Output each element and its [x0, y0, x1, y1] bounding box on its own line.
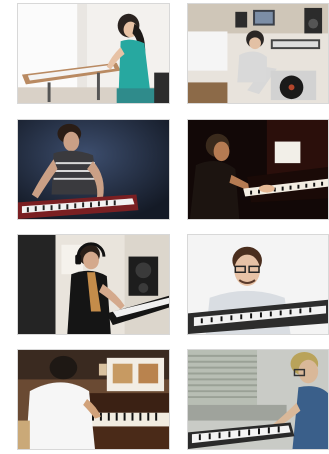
- photo-man-headphones: [17, 234, 170, 335]
- photo-man-upright-piano: [17, 349, 170, 450]
- photo-man-grand-piano: [187, 119, 329, 220]
- photo-man-piano-side: [187, 349, 329, 450]
- photo-man-synthesizer: [17, 119, 170, 220]
- photo-home-studio: [187, 3, 329, 104]
- photo-woman-keyboard: [17, 3, 170, 104]
- photo-man-glasses: [187, 234, 329, 335]
